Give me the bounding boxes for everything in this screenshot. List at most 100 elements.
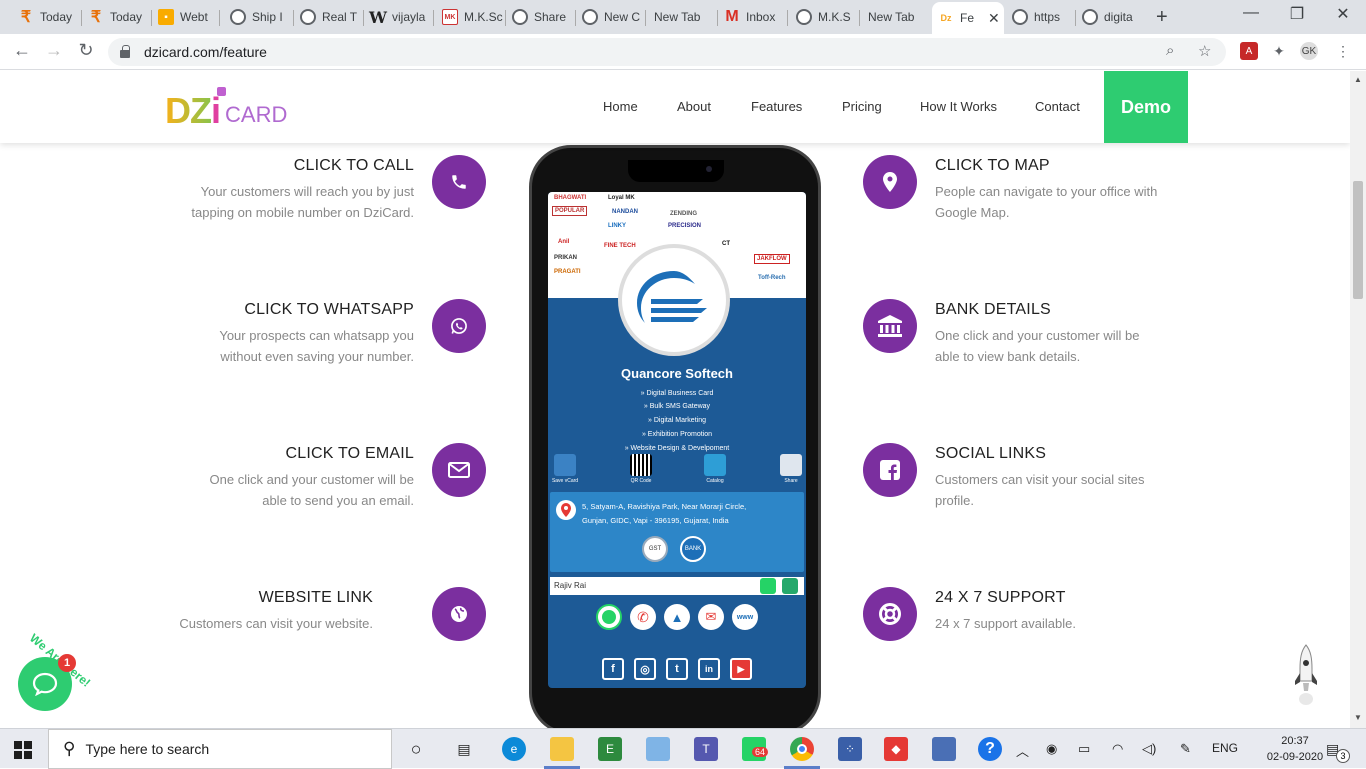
menu-kebab-icon[interactable]: ⋮ — [1334, 42, 1352, 60]
linkedin-social-icon[interactable]: in — [698, 658, 720, 680]
pdf-extension-icon[interactable]: A — [1240, 42, 1258, 60]
call-round-icon[interactable]: ✆ — [630, 604, 656, 630]
tab-share[interactable]: Share — [506, 4, 576, 30]
windows-start-icon[interactable] — [14, 741, 32, 759]
clock-time: 20:37 — [1281, 735, 1309, 747]
tab-new-tab-1[interactable]: New Tab — [648, 4, 718, 30]
tab-today-2[interactable]: ₹ Today — [82, 4, 152, 30]
battery-icon[interactable]: ▭ — [1078, 741, 1090, 757]
page-scrollbar[interactable]: ▲ ▼ — [1350, 71, 1366, 728]
nav-home[interactable]: Home — [603, 99, 638, 114]
edge-icon[interactable]: e — [502, 737, 526, 761]
address-bar[interactable]: dzicard.com/feature ⌕ ☆ — [108, 38, 1226, 66]
feature-desc: One click and your customer will be able … — [209, 472, 414, 508]
tab-webt[interactable]: ▪ Webt — [152, 4, 220, 30]
tab-today-1[interactable]: ₹ Today — [12, 4, 82, 30]
demo-button[interactable]: Demo — [1104, 71, 1188, 143]
taskbar-search-input[interactable]: ⚲ Type here to search — [48, 729, 392, 769]
reload-icon[interactable]: ↻ — [74, 40, 98, 61]
window-close-button[interactable]: ✕ — [1320, 4, 1366, 24]
twitter-social-icon[interactable]: t — [666, 658, 688, 680]
zoom-icon[interactable]: ⌕ — [1166, 42, 1174, 59]
task-view-icon[interactable]: ▤ — [452, 737, 476, 761]
client-logo: FINE TECH — [604, 243, 636, 249]
minimize-button[interactable]: — — [1228, 4, 1274, 22]
call-small-icon[interactable] — [782, 578, 798, 594]
tab-new-c[interactable]: New C — [576, 4, 646, 30]
tab-feature-active[interactable]: Dz Fe ✕ — [932, 2, 1004, 34]
laptop-icon[interactable] — [646, 737, 670, 761]
close-icon[interactable]: ✕ — [988, 10, 1000, 27]
extensions-puzzle-icon[interactable]: ✦ — [1270, 42, 1288, 60]
tab-ship[interactable]: Ship I — [224, 4, 294, 30]
feature-desc: Your prospects can whatsapp you without e… — [219, 328, 414, 364]
tab-label: Fe — [960, 11, 975, 25]
youtube-social-icon[interactable]: ▶ — [730, 658, 752, 680]
maximize-button[interactable]: ❐ — [1274, 4, 1320, 24]
remote-desktop-icon[interactable] — [932, 737, 956, 761]
whatsapp-round-icon[interactable] — [596, 604, 622, 630]
language-indicator[interactable]: ENG — [1212, 741, 1238, 755]
network-app-icon[interactable]: ⁘ — [838, 737, 862, 761]
chrome-icon[interactable] — [790, 737, 814, 761]
nav-features[interactable]: Features — [751, 99, 802, 114]
tab-vijayla[interactable]: Wvijayla — [364, 4, 434, 30]
facebook-social-icon[interactable]: f — [602, 658, 624, 680]
tab-inbox[interactable]: M Inbox — [718, 4, 788, 30]
nav-about[interactable]: About — [677, 99, 711, 114]
tab-https[interactable]: https — [1006, 4, 1076, 30]
whatsapp-small-icon[interactable] — [760, 578, 776, 594]
wifi-icon[interactable]: ◠ — [1112, 741, 1123, 757]
save-vcard-button[interactable]: Save vCard — [550, 454, 580, 484]
phone-mockup: BHAGWATI Loyal MK POPULAR NANDAN ZENDING… — [529, 145, 821, 728]
globe-icon — [796, 9, 812, 25]
website-round-icon[interactable]: www — [732, 604, 758, 630]
tray-chevron-up-icon[interactable]: ︿ — [1016, 741, 1029, 760]
instagram-social-icon[interactable]: ◎ — [634, 658, 656, 680]
gst-icon[interactable]: GST — [642, 536, 668, 562]
client-logo: Loyal MK — [608, 195, 635, 201]
file-explorer-icon[interactable] — [550, 737, 574, 761]
back-arrow-icon[interactable]: ← — [10, 40, 34, 61]
teams-icon[interactable]: T — [694, 737, 718, 761]
evernote-icon[interactable]: E — [598, 737, 622, 761]
tab-digita[interactable]: digita — [1076, 4, 1146, 30]
anydesk-icon[interactable]: ◆ — [884, 737, 908, 761]
tab-mks[interactable]: M.K.S — [790, 4, 860, 30]
feature-desc: Customers can visit your website. — [179, 616, 373, 631]
chat-unread-badge: 1 — [58, 654, 76, 672]
scroll-down-arrow-icon[interactable]: ▼ — [1354, 713, 1362, 722]
share-button[interactable]: Share — [776, 454, 806, 484]
feature-social-links: SOCIAL LINKS Customers can visit your so… — [935, 445, 1205, 511]
bank-details-icon[interactable]: BANK — [680, 536, 706, 562]
scrollbar-thumb[interactable] — [1353, 181, 1363, 299]
nav-how-it-works[interactable]: How It Works — [920, 99, 997, 114]
tray-security-icon[interactable]: ◉ — [1046, 741, 1057, 757]
catalog-button[interactable]: Catalog — [700, 454, 730, 484]
profile-avatar[interactable]: GK — [1300, 42, 1318, 60]
dzicard-logo[interactable]: DZ i CARD — [165, 87, 287, 131]
notification-count-badge: 3 — [1336, 749, 1350, 763]
volume-icon[interactable]: ◁) — [1142, 741, 1156, 757]
service-item: » Digital Business Card — [640, 390, 714, 397]
envelope-icon — [432, 443, 486, 497]
scroll-up-arrow-icon[interactable]: ▲ — [1354, 75, 1362, 84]
tab-new-tab-2[interactable]: New Tab — [862, 4, 932, 30]
qr-code-button[interactable]: QR Code — [626, 454, 656, 484]
tab-mk[interactable]: MK M.K.Sc — [436, 4, 506, 30]
forward-arrow-icon[interactable]: → — [42, 40, 66, 61]
nav-pricing[interactable]: Pricing — [842, 99, 882, 114]
bookmark-star-icon[interactable]: ☆ — [1198, 42, 1211, 60]
bank-icon — [863, 299, 917, 353]
help-icon[interactable]: ? — [978, 737, 1002, 761]
tab-real[interactable]: Real T — [294, 4, 364, 30]
phone-icon — [432, 155, 486, 209]
new-tab-button[interactable]: + — [1156, 6, 1168, 29]
navigate-round-icon[interactable]: ▲ — [664, 604, 690, 630]
rocket-scroll-top-icon[interactable] — [1294, 643, 1318, 707]
pen-icon[interactable]: ✎ — [1180, 741, 1191, 757]
nav-contact[interactable]: Contact — [1035, 99, 1080, 114]
cortana-icon[interactable]: ○ — [404, 737, 428, 761]
system-clock[interactable]: 20:37 02-09-2020 — [1262, 733, 1328, 765]
email-round-icon[interactable]: ✉ — [698, 604, 724, 630]
